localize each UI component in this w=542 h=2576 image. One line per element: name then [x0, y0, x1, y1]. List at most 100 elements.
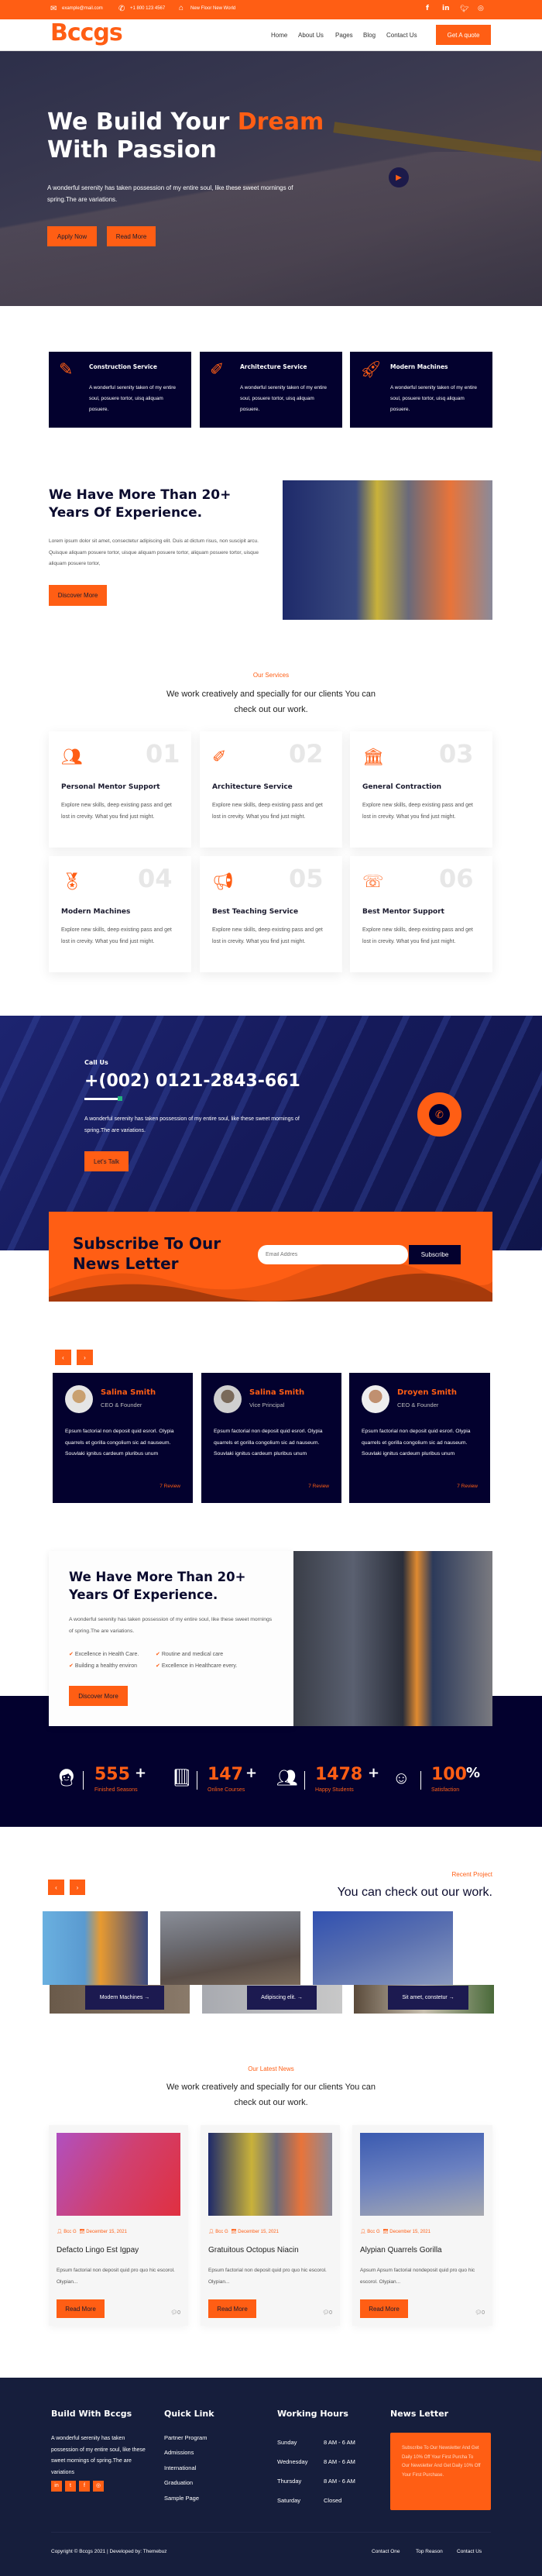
avatar: [362, 1385, 389, 1413]
user-icon: 👤︎: [208, 2230, 214, 2234]
nav-contact[interactable]: Contact Us: [386, 32, 417, 39]
news-card: 👤︎ Bcc G 📅︎ December 15, 2021 Gratuitous…: [201, 2125, 340, 2326]
next-arrow-button[interactable]: ›: [77, 1350, 93, 1365]
project-link[interactable]: Adipiscing elit. →: [247, 1986, 317, 2010]
email-input[interactable]: [258, 1245, 408, 1264]
feature-card: 🚀︎ Modern Machines A wonderful serenity …: [350, 352, 492, 428]
subscribe-title: Subscribe To Our News Letter: [73, 1234, 221, 1273]
nav-blog[interactable]: Blog: [363, 32, 376, 39]
footer-newsletter-box: Subscribe To Our Newsletter And Get Dail…: [390, 2433, 491, 2510]
award-icon: 🏅︎: [61, 872, 83, 891]
calendar-icon: 📅︎: [382, 2230, 389, 2234]
facebook-icon[interactable]: f: [79, 2481, 90, 2492]
project-strip: Sit amet, constetur →: [354, 1985, 494, 2014]
divider-dot: [118, 1096, 122, 1101]
rocket-icon: 🚀︎: [360, 359, 382, 379]
footer-bottom-link[interactable]: Contact One: [372, 2549, 400, 2554]
discover-more-button[interactable]: Discover More: [69, 1686, 128, 1706]
students-icon: 👥︎: [276, 1768, 298, 1787]
instagram-icon[interactable]: ◎: [93, 2481, 104, 2492]
facebook-icon[interactable]: f: [426, 5, 429, 12]
twitter-icon[interactable]: t: [65, 2481, 76, 2492]
project-link[interactable]: Modern Machines →: [85, 1986, 164, 2010]
footer-link[interactable]: Admissions: [164, 2449, 194, 2456]
next-arrow-button[interactable]: ›: [70, 1880, 85, 1895]
service-card: 🏛︎ 03 General Contraction Explore new ski…: [350, 731, 492, 848]
service-card: ☏ 06 Best Mentor Support Explore new skil…: [350, 856, 492, 972]
subscribe-button[interactable]: Subscribe: [409, 1245, 461, 1264]
arrow-right-icon: →: [448, 1995, 455, 2000]
call-circle[interactable]: ✆: [417, 1092, 461, 1137]
project-image[interactable]: [160, 1911, 300, 1985]
email-icon: ✉: [50, 5, 57, 13]
footer-divider: [51, 2532, 491, 2533]
footer-bottom-link[interactable]: Contact Us: [457, 2549, 482, 2554]
logo[interactable]: Bccgs: [50, 19, 123, 46]
project-image[interactable]: [313, 1911, 453, 1985]
divider-bar: [84, 1098, 118, 1100]
pencil-ruler-icon: ✐: [210, 359, 225, 379]
linkedin-icon[interactable]: in: [51, 2481, 62, 2492]
footer-bottom-link[interactable]: Top Reason: [416, 2549, 443, 2554]
read-more-button[interactable]: Read More: [107, 226, 156, 246]
footer: Build With Bccgs A wonderful serenity ha…: [0, 2378, 542, 2576]
top-bar: ✉ example@mail.com ✆ +1 800 123 4567 ⌂ N…: [0, 0, 542, 19]
about-text: Lorem ipsum dolor sit amet, consectetur …: [49, 538, 259, 566]
header: Bccgs Home About Us Pages Blog Contact U…: [0, 19, 542, 51]
footer-link[interactable]: International: [164, 2464, 196, 2471]
topbar-address: New Floor New World: [190, 6, 236, 11]
call-text: A wonderful serenity has taken possessio…: [84, 1116, 300, 1133]
service-card: 👥︎ 01 Personal Mentor Support Explore new…: [49, 731, 191, 848]
read-more-button[interactable]: Read More: [208, 2299, 256, 2318]
news-image[interactable]: [360, 2133, 484, 2216]
lets-talk-button[interactable]: Let's Talk: [84, 1151, 129, 1171]
read-more-button[interactable]: Read More: [57, 2299, 105, 2318]
check-item: ✔ Routine and medical care: [156, 1652, 224, 1657]
linkedin-icon[interactable]: in: [442, 5, 450, 12]
news-image[interactable]: [208, 2133, 332, 2216]
phone-icon: ✆: [435, 1108, 444, 1120]
team-icon: 👥︎: [61, 747, 83, 766]
subscribe-box: Subscribe To Our News Letter Subscribe: [49, 1212, 492, 1302]
check-item: ✔ Excellence in Healthcare every.: [156, 1663, 238, 1669]
footer-link[interactable]: Sample Page: [164, 2495, 199, 2502]
news-card: 👤︎ Bcc G 📅︎ December 15, 2021 Defacto Li…: [49, 2125, 188, 2326]
twitter-icon[interactable]: 🐦︎: [460, 5, 468, 13]
project-link[interactable]: Sit amet, constetur →: [388, 1986, 468, 2010]
support-icon: ☏: [362, 872, 384, 891]
topbar-email[interactable]: example@mail.com: [62, 6, 103, 11]
nav-pages[interactable]: Pages: [335, 32, 353, 39]
news-card: 👤︎ Bcc G 📅︎ December 15, 2021 Alypian Qu…: [352, 2125, 492, 2326]
prev-arrow-button[interactable]: ‹: [55, 1350, 71, 1365]
testimonial-card: Salina Smith CEO & Founder Epsum factori…: [53, 1373, 193, 1503]
discover-more-button[interactable]: Discover More: [49, 585, 107, 606]
stat-item: 👥︎ 1478 + Happy Students: [276, 1765, 380, 1793]
prev-arrow-button[interactable]: ‹: [48, 1880, 64, 1895]
hero-text: A wonderful serenity has taken possessio…: [47, 184, 293, 203]
footer-link[interactable]: Partner Program: [164, 2434, 207, 2441]
call-phone[interactable]: +(002) 0121-2843-661: [84, 1071, 300, 1091]
instagram-icon[interactable]: ◎: [478, 4, 484, 12]
feature-card: ✐ Architecture Service A wonderful seren…: [200, 352, 342, 428]
footer-link[interactable]: Graduation: [164, 2479, 193, 2486]
user-icon: 👤︎: [57, 2230, 63, 2234]
read-more-button[interactable]: Read More: [360, 2299, 408, 2318]
project-image[interactable]: [43, 1911, 148, 1985]
smile-icon: ☺: [393, 1768, 410, 1787]
check-item: ✔ Excellence in Health Care.: [69, 1652, 139, 1657]
nav-home[interactable]: Home: [271, 32, 287, 39]
services-label: Our Services: [252, 672, 290, 679]
project-strip: Modern Machines →: [50, 1985, 190, 2014]
avatar: [65, 1385, 93, 1413]
copyright: Copyright © Bccgs 2021 | Developed by: T…: [51, 2549, 167, 2554]
testimonial-card: Droyen Smith CEO & Founder Epsum factori…: [349, 1373, 490, 1503]
play-video-button[interactable]: ▶: [389, 167, 409, 187]
calendar-icon: 📅︎: [230, 2230, 237, 2234]
feature-card: ✎ Construction Service A wonderful seren…: [49, 352, 191, 428]
topbar-phone[interactable]: +1 800 123 4567: [130, 6, 165, 11]
apply-now-button[interactable]: Apply Now: [47, 226, 97, 246]
nav-about[interactable]: About Us: [298, 32, 324, 39]
megaphone-icon: 📢︎: [212, 872, 234, 891]
news-image[interactable]: [57, 2133, 180, 2216]
get-quote-button[interactable]: Get A quote: [436, 25, 491, 45]
